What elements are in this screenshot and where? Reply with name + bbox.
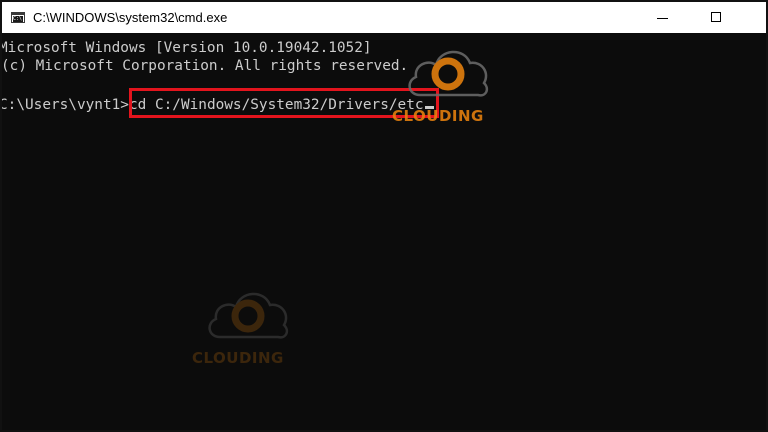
command-highlight-box bbox=[129, 88, 439, 118]
maximize-icon bbox=[711, 12, 721, 22]
copyright-line: (c) Microsoft Corporation. All rights re… bbox=[1, 58, 409, 74]
console-area[interactable]: Microsoft Windows [Version 10.0.19042.10… bbox=[2, 33, 766, 430]
cmd-icon: C:\. bbox=[11, 12, 25, 23]
window-title: C:\WINDOWS\system32\cmd.exe bbox=[33, 10, 228, 25]
maximize-button[interactable] bbox=[694, 2, 740, 33]
minimize-button[interactable] bbox=[640, 2, 686, 33]
cmd-window: C:\. C:\WINDOWS\system32\cmd.exe Microso… bbox=[0, 0, 768, 432]
minimize-icon bbox=[657, 18, 668, 19]
prompt-text: C:\Users\vynt1> bbox=[0, 97, 129, 113]
version-line: Microsoft Windows [Version 10.0.19042.10… bbox=[0, 40, 372, 56]
title-bar[interactable]: C:\. C:\WINDOWS\system32\cmd.exe bbox=[2, 2, 766, 33]
